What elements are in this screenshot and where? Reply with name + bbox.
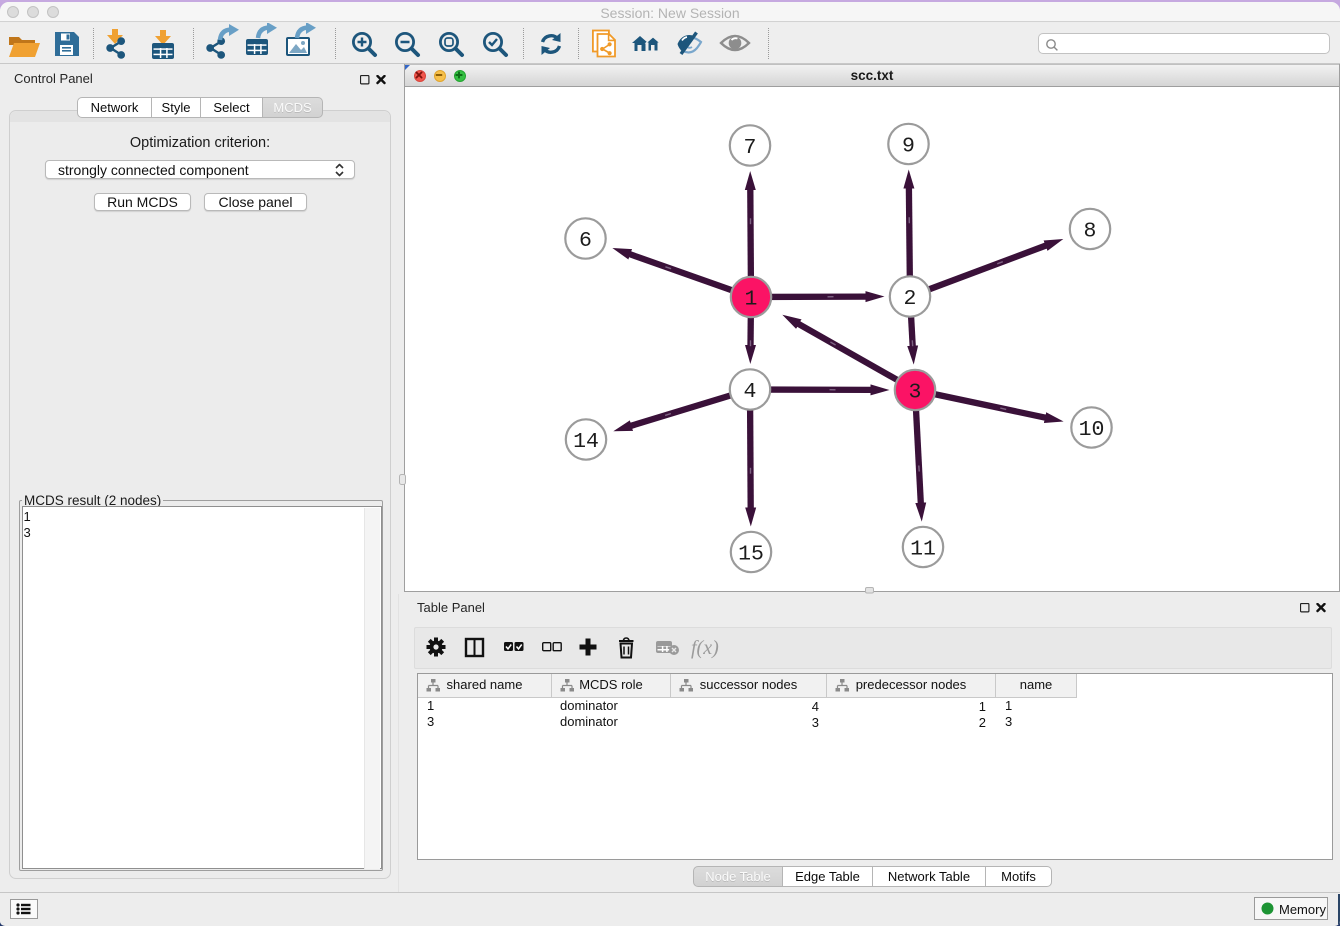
svg-text:9: 9 — [902, 135, 915, 159]
svg-text:11: 11 — [910, 538, 936, 562]
svg-text:7: 7 — [744, 136, 757, 160]
svg-text:1: 1 — [745, 288, 758, 312]
svg-text:3: 3 — [909, 381, 922, 405]
svg-text:14: 14 — [573, 430, 599, 454]
svg-text:6: 6 — [579, 229, 592, 253]
svg-text:f(x): f(x) — [691, 637, 719, 659]
svg-text:2: 2 — [904, 287, 917, 311]
svg-text:15: 15 — [738, 543, 764, 567]
svg-text:4: 4 — [744, 380, 757, 404]
svg-text:8: 8 — [1084, 220, 1097, 244]
svg-text:10: 10 — [1079, 418, 1105, 442]
